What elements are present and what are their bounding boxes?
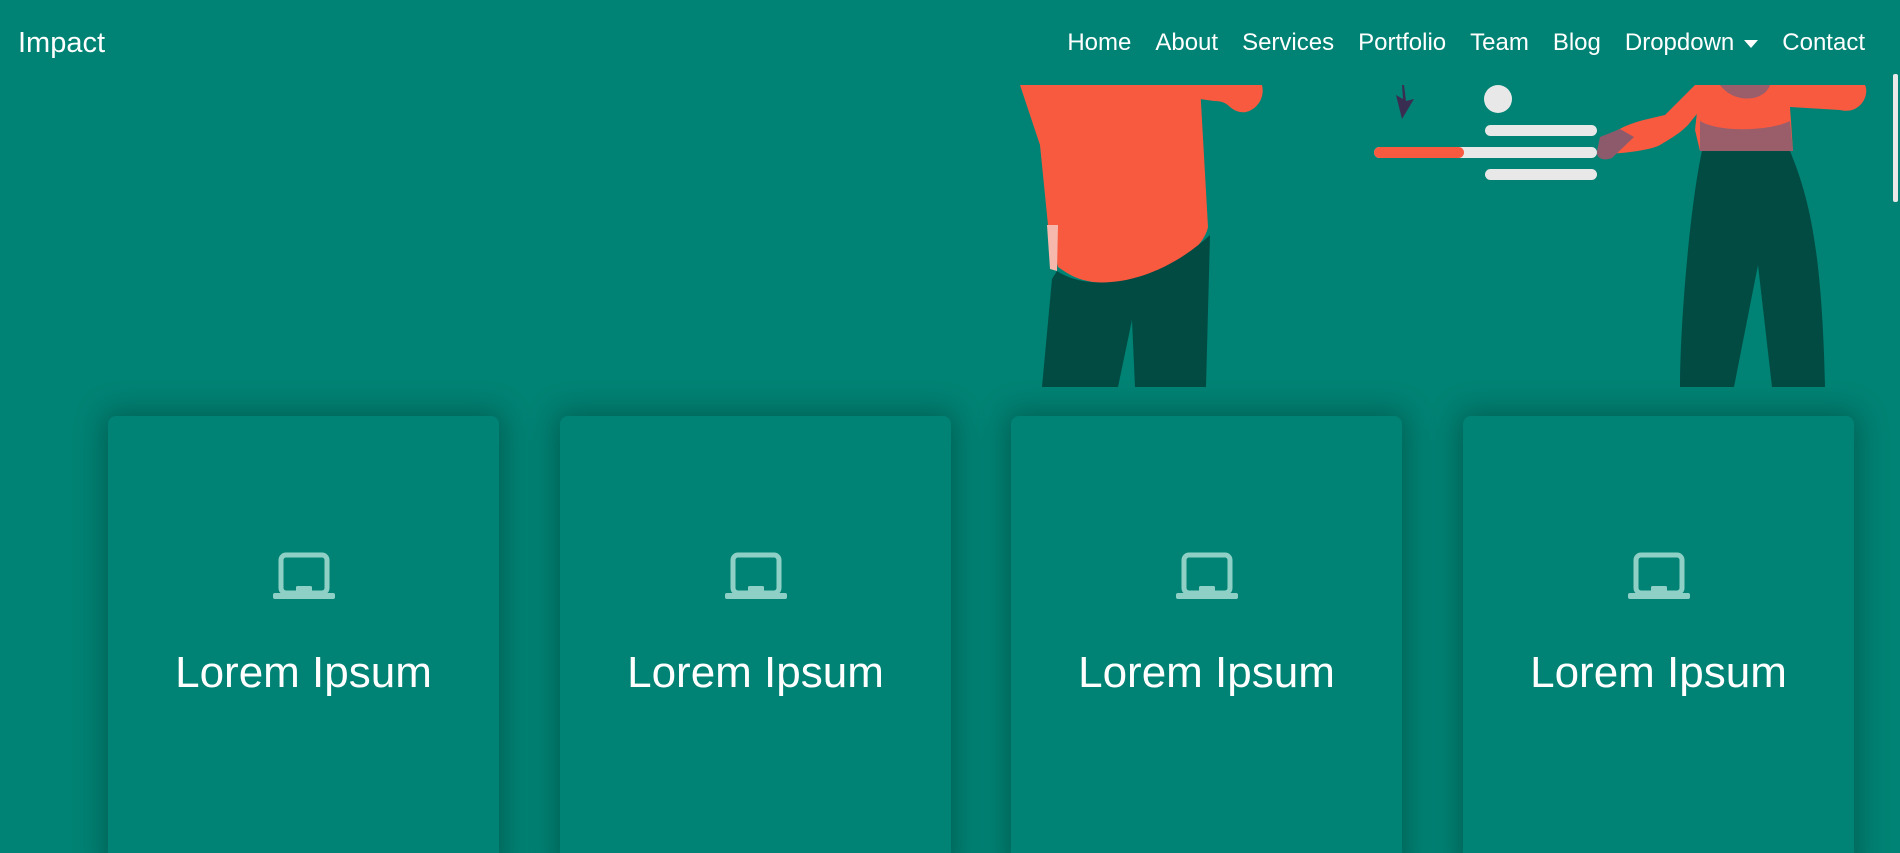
brand-logo[interactable]: Impact	[18, 26, 105, 60]
laptop-icon	[1627, 552, 1690, 599]
nav-dropdown-label: Dropdown	[1624, 29, 1735, 56]
nav-blog[interactable]: Blog	[1553, 28, 1601, 58]
main-nav: Home About Services Portfolio Team Blog …	[1043, 28, 1865, 58]
service-card-title: Lorem Ipsum	[1530, 648, 1787, 697]
nav-services[interactable]: Services	[1242, 28, 1334, 58]
service-card-title: Lorem Ipsum	[627, 648, 884, 697]
service-card[interactable]	[108, 416, 499, 853]
laptop-icon	[724, 552, 787, 599]
scrollbar-thumb[interactable]	[1893, 74, 1898, 202]
service-card[interactable]	[1011, 416, 1402, 853]
caret-down-icon	[1744, 40, 1759, 48]
page: Impact Home About Services Portfolio Tea…	[0, 0, 1900, 853]
laptop-icon	[1175, 552, 1238, 599]
service-card-title: Lorem Ipsum	[1078, 648, 1335, 697]
laptop-icon	[272, 552, 335, 599]
nav-contact[interactable]: Contact	[1782, 28, 1865, 58]
service-card-title: Lorem Ipsum	[175, 648, 432, 697]
service-card[interactable]	[1463, 416, 1854, 853]
nav-team[interactable]: Team	[1470, 28, 1529, 58]
services-cards: Lorem Ipsum Lorem Ipsum Lorem Ipsum Lore…	[0, 0, 1900, 853]
service-card[interactable]	[560, 416, 951, 853]
nav-portfolio[interactable]: Portfolio	[1358, 28, 1446, 58]
site-header: Impact Home About Services Portfolio Tea…	[0, 0, 1900, 86]
page-scrollbar[interactable]	[1890, 0, 1900, 853]
nav-about[interactable]: About	[1155, 28, 1218, 58]
nav-dropdown[interactable]: Dropdown	[1624, 28, 1759, 58]
nav-home[interactable]: Home	[1067, 28, 1131, 58]
